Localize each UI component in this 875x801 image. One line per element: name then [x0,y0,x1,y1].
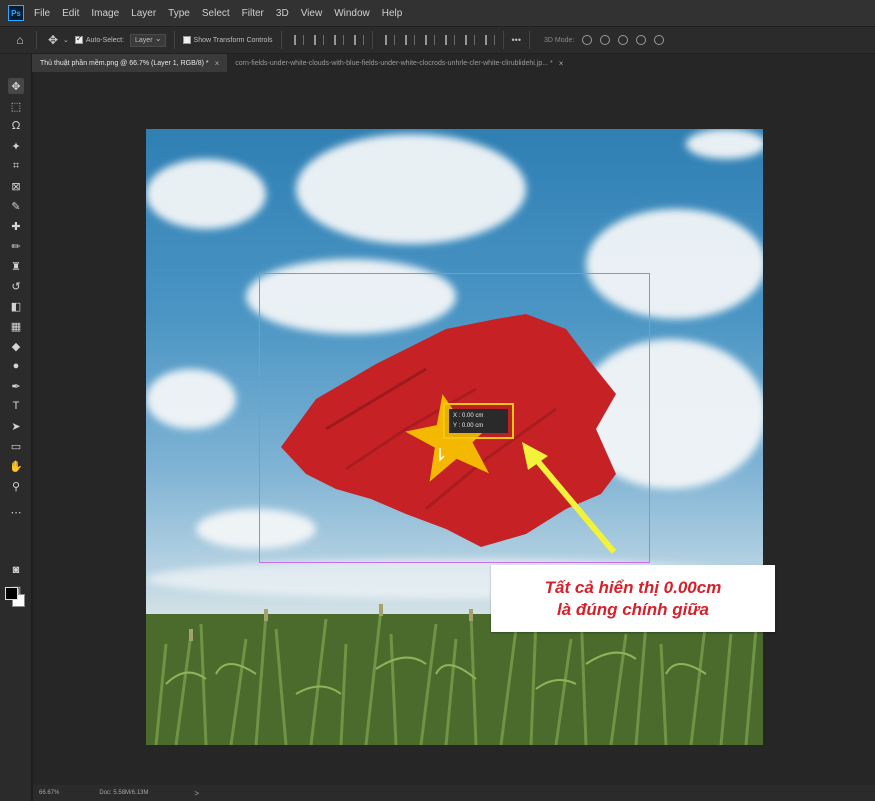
align-right-icon[interactable] [333,35,344,45]
zoom-icon[interactable]: ⚲ [8,478,24,494]
separator [371,31,373,49]
pen-icon[interactable]: ✒ [8,378,24,394]
tab-document-background[interactable]: corn-fields-under-white-clouds-with-blue… [227,54,571,72]
more-options-button[interactable]: ••• [512,35,521,45]
distribute-top-icon[interactable] [444,35,455,45]
healing-icon[interactable]: ✚ [8,218,24,234]
drag-3d-icon[interactable] [618,35,629,45]
history-brush-icon[interactable]: ↺ [8,278,24,294]
close-icon[interactable]: × [559,59,564,68]
separator [280,31,282,49]
separator [502,31,504,49]
camera-3d-icon[interactable] [654,35,665,45]
hand-icon[interactable]: ✋ [8,458,24,474]
separator [528,31,530,49]
chevron-down-icon[interactable]: ⌄ [63,36,69,44]
rectangle-icon[interactable]: ▭ [8,438,24,454]
gradient-icon[interactable]: ▦ [8,318,24,334]
menu-image[interactable]: Image [91,8,119,19]
path-select-icon[interactable]: ➤ [8,418,24,434]
options-bar: ⌂ ✥ ⌄ Auto-Select: Layer Show Transform … [0,26,875,54]
tab-label: corn-fields-under-white-clouds-with-blue… [235,59,553,67]
dodge-icon[interactable]: ● [8,358,24,374]
crop-icon[interactable]: ⌗ [8,158,24,174]
menu-filter[interactable]: Filter [242,8,264,19]
align-left-icon[interactable] [293,35,304,45]
tools-panel: ✥ ⬚ ᘯ ✦ ⌗ ⊠ ✎ ✚ ✏ ♜ ↺ ◧ ▦ ◆ ● ✒ T ➤ ▭ ✋ … [0,54,32,801]
y-label: Y : [453,423,461,429]
close-icon[interactable]: × [215,59,220,68]
more-tools-icon[interactable]: ⋯ [8,504,24,520]
separator [173,31,175,49]
eyedropper-icon[interactable]: ✎ [8,198,24,214]
menu-help[interactable]: Help [382,8,403,19]
x-value: 0.00 cm [462,413,484,419]
move-icon[interactable]: ✥ [8,78,24,94]
marquee-icon[interactable]: ⬚ [8,98,24,114]
distribute-bottom-icon[interactable] [484,35,495,45]
zoom-level[interactable]: 66.67% [39,790,59,796]
distribute-hcenter-icon[interactable] [404,35,415,45]
distribute-right-icon[interactable] [424,35,435,45]
blur-icon[interactable]: ◆ [8,338,24,354]
photoshop-logo: Ps [8,5,24,21]
foreground-color-swatch[interactable] [5,587,18,600]
document-size: Doc: 5.58M/6.13M [99,790,149,796]
stamp-icon[interactable]: ♜ [8,258,24,274]
document-canvas[interactable]: X : 0.00 cm Y : 0.00 cm [146,129,763,745]
type-icon[interactable]: T [8,398,24,414]
document-tabs: Thủ thuật phần mềm.png @ 66.7% (Layer 1,… [32,54,875,72]
move-icon[interactable]: ✥ [45,32,61,48]
callout-line-2: là đúng chính giữa [557,599,709,619]
auto-select-dropdown[interactable]: Layer [130,33,166,47]
menu-select[interactable]: Select [202,8,230,19]
magic-wand-icon[interactable]: ✦ [8,138,24,154]
roll-3d-icon[interactable] [600,35,611,45]
menu-edit[interactable]: Edit [62,8,79,19]
position-readout-highlight: X : 0.00 cm Y : 0.00 cm [443,403,514,439]
3d-mode-buttons [582,35,665,45]
distribute-left-icon[interactable] [384,35,395,45]
lasso-icon[interactable]: ᘯ [8,118,24,134]
menu-window[interactable]: Window [334,8,370,19]
frame-icon[interactable]: ⊠ [8,178,24,194]
orbit-3d-icon[interactable] [582,35,593,45]
align-hcenter-icon[interactable] [313,35,324,45]
distribute-buttons [384,35,495,45]
tab-label: Thủ thuật phần mềm.png @ 66.7% (Layer 1,… [40,59,209,67]
show-transform-checkbox[interactable] [182,36,191,44]
menu-file[interactable]: File [34,8,50,19]
menu-layer[interactable]: Layer [131,8,156,19]
auto-select-checkbox[interactable] [74,34,83,44]
menu-bar: Ps File Edit Image Layer Type Select Fil… [0,0,875,26]
menu-type[interactable]: Type [168,8,190,19]
quick-mask-icon[interactable]: ◙ [8,562,24,578]
align-buttons [293,35,364,45]
position-readout: X : 0.00 cm Y : 0.00 cm [449,409,508,433]
brush-icon[interactable]: ✏ [8,238,24,254]
slide-3d-icon[interactable] [636,35,647,45]
status-chevron-icon[interactable]: > [194,789,199,798]
tab-document-active[interactable]: Thủ thuật phần mềm.png @ 66.7% (Layer 1,… [32,54,228,72]
menu-3d[interactable]: 3D [276,8,289,19]
align-top-icon[interactable] [353,35,364,45]
x-label: X : [453,413,461,419]
menu-view[interactable]: View [301,8,323,19]
separator [36,31,37,49]
auto-select-label: Auto-Select: [85,36,125,44]
3d-mode-label: 3D Mode: [543,36,575,44]
y-value: 0.00 cm [461,423,484,429]
show-transform-label: Show Transform Controls [193,36,273,44]
distribute-vcenter-icon[interactable] [464,35,475,45]
eraser-icon[interactable]: ◧ [8,298,24,314]
status-bar: 66.67% Doc: 5.58M/6.13M > [33,785,875,801]
home-icon[interactable]: ⌂ [12,32,28,48]
annotation-callout: Tất cả hiển thị 0.00cm là đúng chính giữ… [491,565,775,632]
callout-line-1: Tất cả hiển thị 0.00cm [544,577,722,597]
